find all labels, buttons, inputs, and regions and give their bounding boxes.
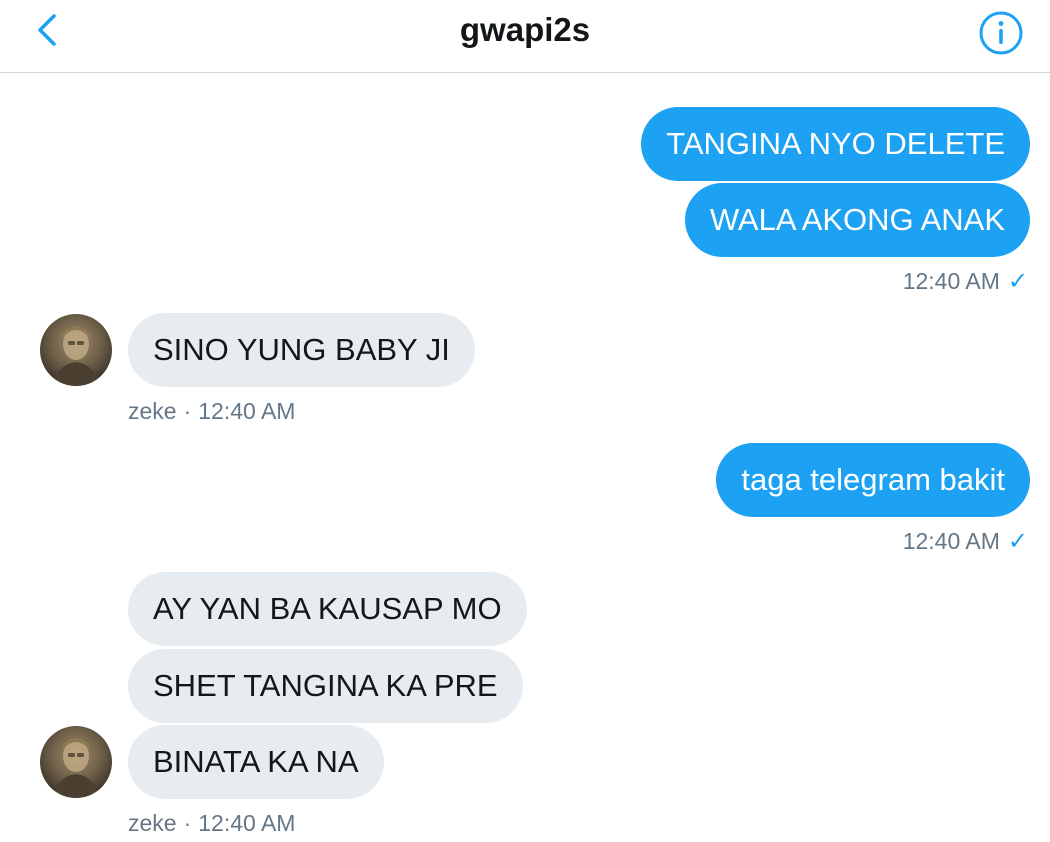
message-time: 12:40 AM — [198, 810, 296, 836]
received-message-bubble[interactable]: SINO YUNG BABY JI — [128, 313, 475, 387]
conversation-header: gwapi2s — [0, 0, 1050, 73]
check-icon: ✓ — [1007, 528, 1028, 555]
received-message-bubble[interactable]: AY YAN BA KAUSAP MO — [128, 572, 527, 646]
sent-message-bubble[interactable]: taga telegram bakit — [716, 443, 1030, 517]
check-icon: ✓ — [1007, 268, 1028, 295]
meta-separator: · — [183, 810, 192, 836]
conversation-title: gwapi2s — [459, 11, 591, 48]
received-message-meta: zeke · 12:40 AM — [128, 808, 295, 838]
received-message-bubble[interactable]: SHET TANGINA KA PRE — [128, 649, 523, 723]
info-circle-icon — [979, 11, 1023, 55]
received-message-meta: zeke · 12:40 AM — [128, 396, 295, 426]
sent-message-bubble[interactable]: TANGINA NYO DELETE — [641, 107, 1030, 181]
info-button[interactable] — [978, 10, 1024, 56]
avatar[interactable] — [40, 726, 112, 798]
sent-message-bubble[interactable]: WALA AKONG ANAK — [684, 183, 1030, 257]
sent-message-meta: 12:40 AM ✓ — [903, 526, 1028, 557]
received-message-bubble[interactable]: BINATA KA NA — [128, 725, 384, 799]
avatar[interactable] — [40, 314, 112, 386]
avatar-portrait-icon — [52, 326, 100, 386]
sender-name[interactable]: zeke — [128, 810, 177, 836]
message-time: 12:40 AM — [198, 398, 296, 424]
avatar-portrait-icon — [52, 738, 100, 798]
sent-message-meta: 12:40 AM ✓ — [903, 266, 1028, 297]
sender-name[interactable]: zeke — [128, 398, 177, 424]
meta-separator: · — [183, 398, 192, 424]
message-time: 12:40 AM — [902, 268, 1000, 294]
message-time: 12:40 AM — [902, 528, 1000, 554]
